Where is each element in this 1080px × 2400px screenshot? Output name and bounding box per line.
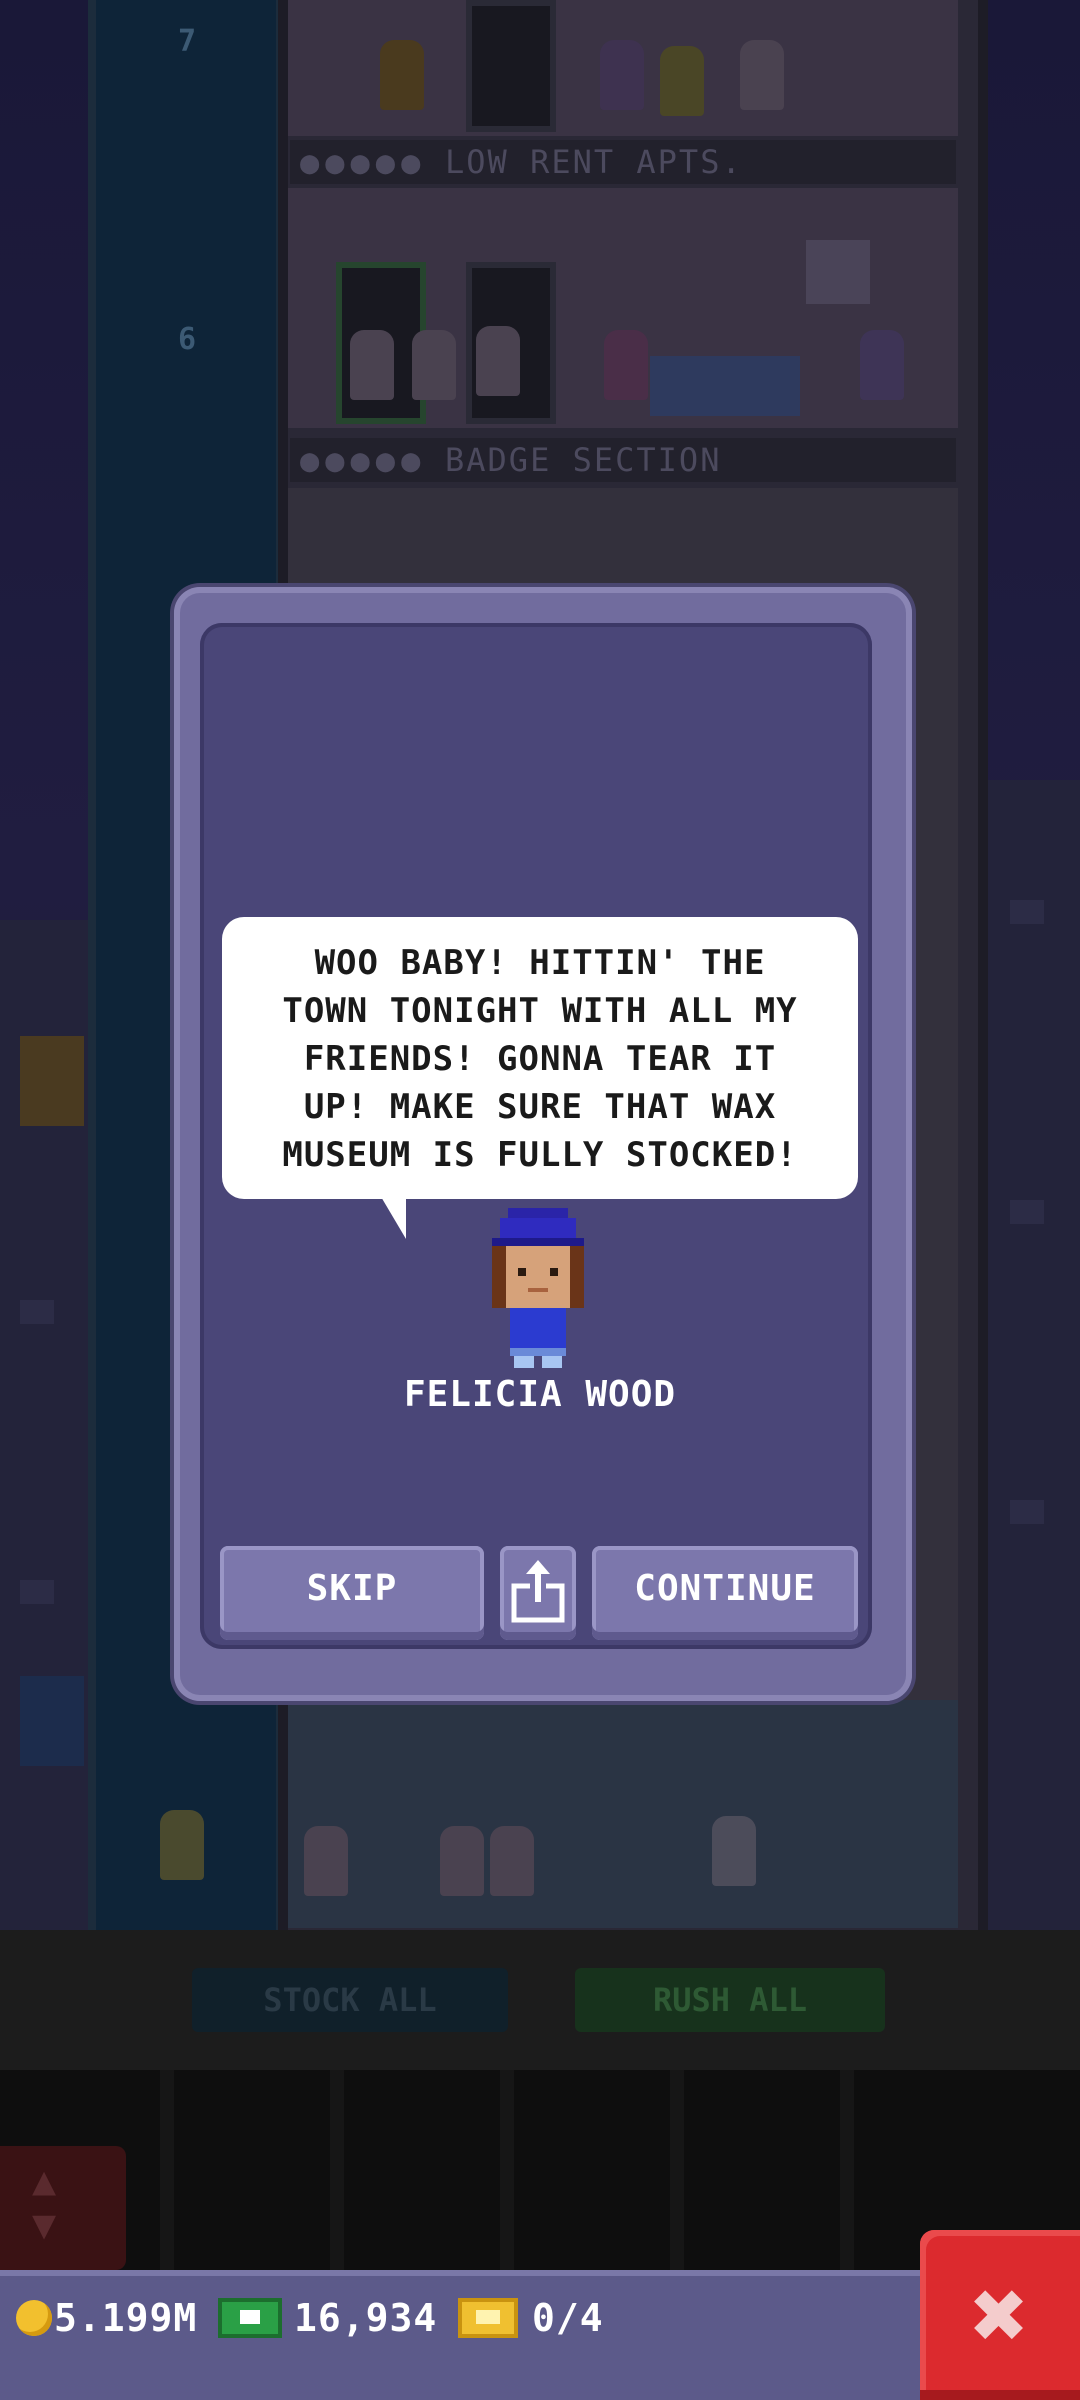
speech-bubble-tail	[380, 1195, 406, 1239]
tower-bux-icon	[218, 2298, 282, 2338]
ticket-icon	[458, 2298, 518, 2338]
speaker-name: FELICIA WOOD	[403, 1374, 677, 1415]
coins-amount: 5.199M	[54, 2296, 198, 2340]
share-icon	[511, 1560, 565, 1623]
coin-icon	[16, 2300, 52, 2336]
bux-amount: 16,934	[294, 2296, 438, 2340]
close-button[interactable]: ✖	[920, 2230, 1080, 2400]
tickets-count: 0/4	[532, 2296, 604, 2340]
resident-avatar	[492, 1208, 584, 1368]
speech-bubble: WOO BABY! HITTIN' THE TOWN TONIGHT WITH …	[222, 917, 858, 1199]
dialog-message: WOO BABY! HITTIN' THE TOWN TONIGHT WITH …	[282, 943, 798, 1175]
continue-button[interactable]: CONTINUE	[592, 1546, 858, 1640]
close-icon: ✖	[971, 2259, 1029, 2371]
skip-button[interactable]: SKIP	[220, 1546, 484, 1640]
share-button[interactable]	[500, 1546, 576, 1640]
